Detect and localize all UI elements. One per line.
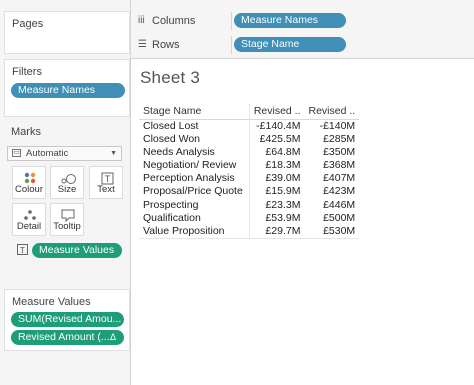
table-row[interactable]: Value Proposition £29.7M £530M	[139, 224, 360, 239]
cell-revised-1: £23.3M	[248, 198, 305, 212]
svg-text:T: T	[105, 174, 111, 184]
table-row[interactable]: Closed Lost -£140.4M -£140M	[139, 119, 359, 133]
measure-value-pill-revised-amount[interactable]: Revised Amount (...	[11, 330, 124, 345]
cell-revised-2: £530M	[304, 224, 360, 239]
cell-stage-name: Closed Won	[143, 132, 201, 145]
sheet-title: Sheet 3	[140, 68, 201, 87]
measure-values-title: Measure Values	[12, 296, 91, 308]
sidebar: Pages Filters Measure Names Marks ▭ Auto…	[0, 0, 131, 385]
cell-revised-1: £425.5M	[248, 132, 305, 146]
marks-text-button[interactable]: T Text	[89, 166, 123, 199]
header-revised-2[interactable]: Revised ..	[304, 104, 360, 120]
rows-shelf-label: ☰ Rows	[138, 39, 180, 51]
marks-size-label: Size	[57, 184, 77, 195]
cell-stage-name: Value Proposition	[139, 224, 250, 239]
table-row[interactable]: Negotiation/ Review £18.3M £368M	[139, 158, 359, 173]
cell-stage-name: Negotiation/ Review	[143, 158, 237, 171]
cell-stage-name: Prospecting	[143, 198, 199, 211]
cell-revised-1: £29.7M	[248, 224, 305, 239]
marks-measure-values-pill[interactable]: Measure Values	[32, 243, 122, 258]
cell-revised-2: £446M	[323, 198, 356, 211]
table-row[interactable]: Perception Analysis £39.0M £407M	[139, 172, 359, 186]
marks-size-button[interactable]: Size	[50, 166, 84, 199]
mark-type-value: Automatic	[26, 148, 69, 159]
rows-divider	[231, 36, 232, 54]
filters-title: Filters	[12, 66, 42, 78]
columns-divider	[231, 12, 232, 30]
cell-stage-name: Closed Lost	[143, 119, 199, 132]
cell-revised-2: £407M	[323, 172, 356, 185]
delta-icon: Δ	[110, 332, 117, 342]
cell-revised-2: £350M	[323, 145, 356, 158]
marks-text-label: Text	[97, 184, 115, 195]
pages-title: Pages	[12, 18, 44, 30]
cell-stage-name: Qualification	[143, 211, 201, 224]
table-row[interactable]: Closed Won £425.5M £285M	[139, 132, 359, 146]
marks-colour-label: Colour	[15, 184, 43, 195]
columns-icon: iii	[138, 15, 145, 26]
rows-shelf[interactable]: ☰ Rows Stage Name	[131, 33, 474, 55]
cell-revised-2: -£140M	[319, 119, 356, 132]
mark-type-dropdown[interactable]: ▭ Automatic ▼	[7, 146, 122, 161]
cell-revised-2: £285M	[323, 132, 356, 145]
rows-stage-name-pill[interactable]: Stage Name	[234, 37, 346, 52]
cell-revised-1: £64.8M	[248, 145, 305, 159]
filter-measure-names-pill[interactable]: Measure Names	[11, 83, 125, 98]
cell-revised-2: £368M	[323, 158, 356, 171]
marks-tooltip-button[interactable]: Tooltip	[50, 203, 84, 236]
cell-revised-1: £15.9M	[248, 185, 305, 199]
cell-revised-2: £500M	[323, 211, 356, 224]
mark-type-icon: ▭	[12, 149, 21, 157]
header-stage-name[interactable]: Stage Name	[139, 104, 250, 120]
marks-detail-button[interactable]: Detail	[12, 203, 46, 236]
crosstab-table: Stage Name Revised .. Revised .. Closed …	[139, 104, 360, 239]
measure-value-pill-sum-revised[interactable]: SUM(Revised Amou...	[11, 312, 124, 327]
header-revised-1[interactable]: Revised ..	[248, 104, 305, 120]
table-row[interactable]: Proposal/Price Quote £15.9M £423M	[139, 185, 359, 199]
cell-stage-name: Proposal/Price Quote	[143, 185, 243, 198]
text-field-icon: T	[17, 244, 28, 255]
cell-revised-1: £53.9M	[248, 211, 305, 225]
cell-stage-name: Perception Analysis	[143, 172, 235, 185]
cell-revised-1: £18.3M	[248, 158, 305, 173]
cell-revised-2: £423M	[323, 185, 356, 198]
marks-colour-button[interactable]: Colour	[12, 166, 46, 199]
columns-shelf[interactable]: iii Columns Measure Names	[131, 9, 474, 31]
cell-stage-name: Needs Analysis	[143, 145, 215, 158]
cell-revised-1: £39.0M	[248, 172, 305, 186]
marks-title: Marks	[11, 126, 41, 138]
cell-revised-1: -£140.4M	[248, 119, 305, 133]
table-row[interactable]: Prospecting £23.3M £446M	[139, 198, 359, 212]
svg-text:T: T	[20, 246, 25, 255]
table-header-row: Stage Name Revised .. Revised ..	[139, 104, 360, 120]
marks-tooltip-label: Tooltip	[53, 221, 81, 232]
pages-card: Pages	[4, 11, 130, 54]
rows-icon: ☰	[138, 39, 147, 50]
marks-detail-label: Detail	[16, 221, 42, 232]
filters-card: Filters Measure Names	[4, 59, 130, 117]
columns-shelf-label: iii Columns	[138, 15, 196, 27]
table-row[interactable]: Qualification £53.9M £500M	[139, 211, 359, 225]
table-row[interactable]: Needs Analysis £64.8M £350M	[139, 145, 359, 159]
columns-measure-names-pill[interactable]: Measure Names	[234, 13, 346, 28]
chevron-down-icon: ▼	[110, 150, 117, 157]
